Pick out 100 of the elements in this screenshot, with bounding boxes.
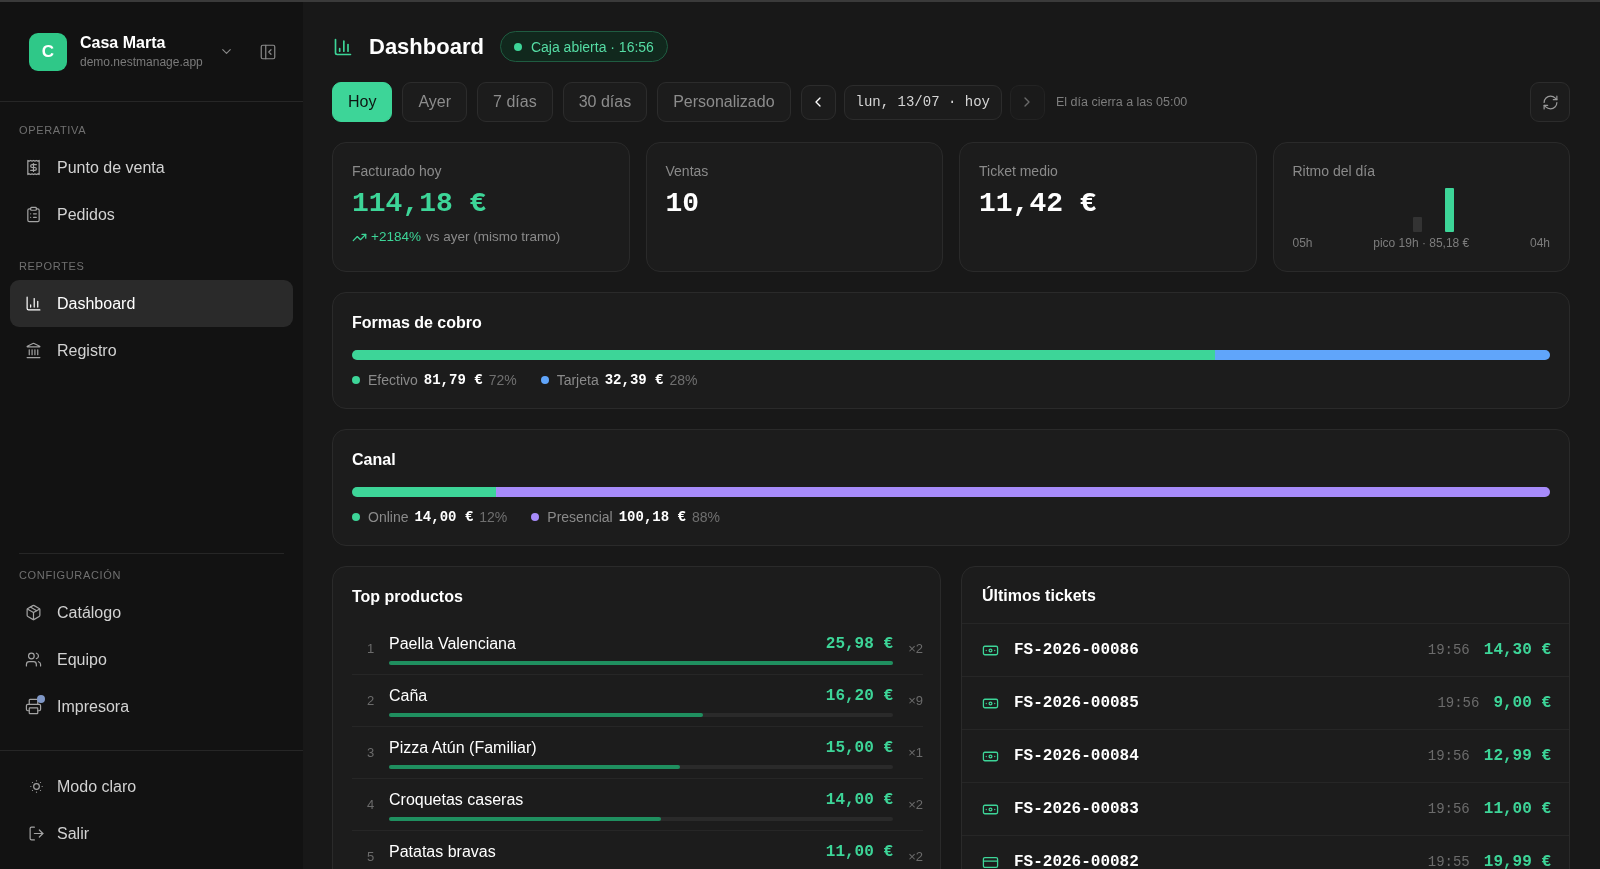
legend-label: Efectivo (368, 371, 418, 390)
sidebar-item[interactable]: Equipo (10, 636, 293, 683)
ticket-id: FS-2026-00084 (1014, 746, 1139, 766)
legend-label: Presencial (547, 508, 613, 527)
rank-number: 5 (366, 848, 375, 866)
kpi-value: 114,18 € (352, 187, 487, 221)
legend-percent: 12% (479, 508, 508, 527)
logout-icon (28, 825, 45, 842)
ticket-time: 19:56 (1437, 694, 1480, 713)
kpi-value: 11,42 € (979, 187, 1097, 221)
sidebar-item[interactable]: Salir (10, 810, 293, 857)
ticket-amount: 12,99 € (1483, 746, 1551, 766)
ticket-time: 19:55 (1427, 853, 1470, 869)
workspace-avatar: C (29, 32, 67, 71)
ticket-time: 19:56 (1427, 641, 1470, 660)
trend-change: +2184% (371, 228, 421, 246)
sun-icon (28, 778, 45, 795)
page-title: Dashboard (369, 32, 484, 61)
legend-amount: 32,39 € (604, 371, 664, 390)
sidebar-item[interactable]: Pedidos (10, 191, 293, 238)
refresh-icon (1541, 93, 1559, 111)
ticket-time: 19:56 (1427, 800, 1470, 819)
product-name: Paella Valenciana (389, 634, 516, 654)
product-amount: 16,20 € (825, 686, 893, 706)
rank-number: 4 (366, 796, 375, 814)
ticket-id: FS-2026-00082 (1014, 852, 1139, 869)
section-label: REPORTES (18, 259, 86, 274)
day-close-note: El día cierra a las 05:00 (1055, 94, 1188, 110)
product-quantity: ×2 (908, 848, 923, 866)
legend-percent: 72% (488, 371, 517, 390)
ticket-amount: 9,00 € (1493, 693, 1551, 713)
sidebar-item[interactable]: Punto de venta (10, 144, 293, 191)
section-label: OPERATIVA (18, 123, 88, 138)
ticket-amount: 14,30 € (1483, 640, 1551, 660)
rank-number: 2 (366, 692, 375, 710)
ticket-amount: 11,00 € (1483, 799, 1551, 819)
legend-percent: 88% (691, 508, 720, 527)
product-amount: 11,00 € (825, 842, 893, 862)
axis-label: 05h (1292, 235, 1313, 251)
ticket-amount: 19,99 € (1483, 852, 1551, 869)
product-quantity: ×2 (908, 796, 923, 814)
workspace-name: Casa Marta (80, 33, 167, 53)
axis-label: 04h (1529, 235, 1550, 251)
kpi-value: 10 (665, 187, 700, 221)
kpi-label: Facturado hoy (352, 162, 443, 181)
status-text: Caja abierta · 16:56 (530, 37, 654, 56)
product-quantity: ×1 (908, 744, 923, 762)
product-amount: 25,98 € (825, 634, 893, 654)
product-name: Patatas bravas (389, 842, 496, 862)
clipboard-icon (25, 206, 42, 223)
rank-number: 1 (366, 640, 375, 658)
product-name: Caña (389, 686, 428, 706)
product-name: Croquetas caseras (389, 790, 524, 810)
rank-number: 3 (366, 744, 375, 762)
bank-icon (25, 342, 42, 359)
legend-percent: 28% (669, 371, 698, 390)
sidebar-item[interactable]: Modo claro (10, 763, 293, 810)
kpi-label: Ticket medio (979, 162, 1059, 181)
card-title: Canal (352, 450, 397, 470)
range-tab[interactable]: 7 días (477, 82, 553, 122)
legend-label: Tarjeta (556, 371, 599, 390)
hourly-sparkline (1412, 188, 1454, 232)
kpi-label: Ventas (665, 162, 710, 181)
workspace-domain: demo.nestmanage.app (80, 54, 203, 70)
peak-label: pico 19h · 85,18 € (1373, 235, 1470, 251)
refresh-button[interactable] (1530, 82, 1570, 122)
product-amount: 15,00 € (825, 738, 893, 758)
legend-label: Online (368, 508, 409, 527)
card-title: Formas de cobro (352, 313, 483, 333)
bar-chart-icon (333, 36, 353, 57)
range-tab[interactable]: Ayer (402, 82, 468, 122)
card-title: Últimos tickets (982, 585, 1097, 606)
sidebar-item[interactable]: Registro (10, 327, 293, 374)
product-quantity: ×9 (908, 692, 923, 710)
ticket-id: FS-2026-00086 (1014, 640, 1139, 660)
legend-amount: 100,18 € (618, 508, 686, 527)
sidebar-item[interactable]: Dashboard (10, 280, 293, 327)
previous-day-button[interactable] (800, 84, 836, 120)
range-tab[interactable]: Hoy (332, 82, 393, 122)
range-tab[interactable]: 30 días (562, 82, 648, 122)
product-amount: 14,00 € (825, 790, 893, 810)
ticket-id: FS-2026-00083 (1014, 799, 1139, 819)
product-quantity: ×2 (908, 640, 923, 658)
users-icon (25, 651, 42, 668)
trend-note: vs ayer (mismo tramo) (425, 228, 561, 246)
card-title: Top productos (352, 587, 464, 607)
ticket-time: 19:56 (1427, 747, 1470, 766)
sidebar-item[interactable]: Catálogo (10, 589, 293, 636)
bar-chart-icon (25, 295, 42, 312)
printer-icon (25, 698, 42, 715)
sidebar-item[interactable]: Impresora (10, 683, 293, 730)
legend-amount: 14,00 € (414, 508, 474, 527)
receipt-icon (25, 159, 42, 176)
range-tab[interactable]: Personalizado (657, 82, 791, 122)
package-icon (25, 604, 42, 621)
product-name: Pizza Atún (Familiar) (389, 738, 537, 758)
panel-icon[interactable] (259, 42, 277, 61)
date-display[interactable]: lun, 13/07 · hoy (843, 84, 1002, 120)
ticket-id: FS-2026-00085 (1014, 693, 1139, 713)
section-label: CONFIGURACIÓN (18, 568, 123, 583)
